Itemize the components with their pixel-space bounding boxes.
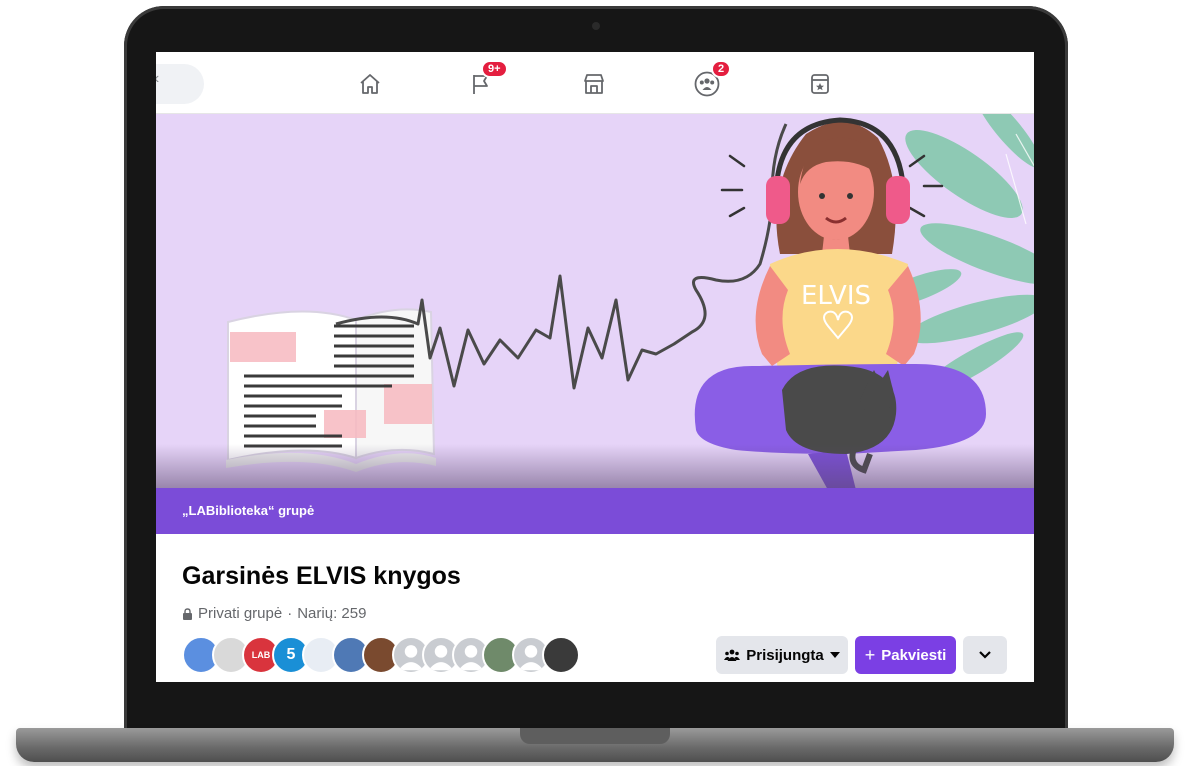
privacy-label: Privati grupė [198,605,283,622]
webcam [592,22,600,30]
cover-illustration: ELVIS [226,89,1034,490]
lock-icon [183,607,192,620]
group-title: Garsinės ELVIS knygos [182,562,461,590]
nav-pages[interactable]: 9+ [461,60,508,102]
invite-button[interactable]: + Pakviesti [855,636,956,674]
plus-icon: + [864,644,876,665]
joined-label: Prisijungta [746,646,824,664]
laptop-notch [520,728,670,744]
nav-home[interactable] [350,66,390,102]
avatar[interactable] [542,636,580,674]
caret-down-icon [829,652,840,658]
marketplace-icon [584,74,604,94]
nav-marketplace[interactable] [574,66,614,102]
search-glyph: ‹ [156,70,159,88]
browser-screen: ‹ 9+ 2 [156,52,1034,682]
bookmark-icon [811,74,829,94]
nav-groups[interactable]: 2 [687,60,732,102]
invite-label: Pakviesti [881,646,947,664]
notification-badge: 2 [711,60,732,78]
member-count[interactable]: Narių: 259 [297,605,366,622]
search-input[interactable]: ‹ [156,64,204,104]
home-icon [360,74,380,94]
group-source-label[interactable]: „LABiblioteka“ grupė [156,488,1034,534]
groups-icon [724,649,741,661]
more-options-button[interactable] [963,636,1007,674]
notification-badge: 9+ [481,60,508,78]
joined-button[interactable]: Prisijungta [716,636,848,674]
top-navigation: ‹ 9+ 2 [156,52,1034,114]
shirt-text: ELVIS [801,281,871,311]
chevron-down-icon [979,651,991,659]
nav-gaming[interactable] [800,66,840,102]
cover-photo: ELVIS [156,89,1034,490]
cover-gradient [156,444,1034,488]
member-avatars: LAB 5 [182,636,580,674]
meta-separator: · [287,605,293,622]
group-meta: Privati grupė · Narių: 259 [182,605,366,622]
